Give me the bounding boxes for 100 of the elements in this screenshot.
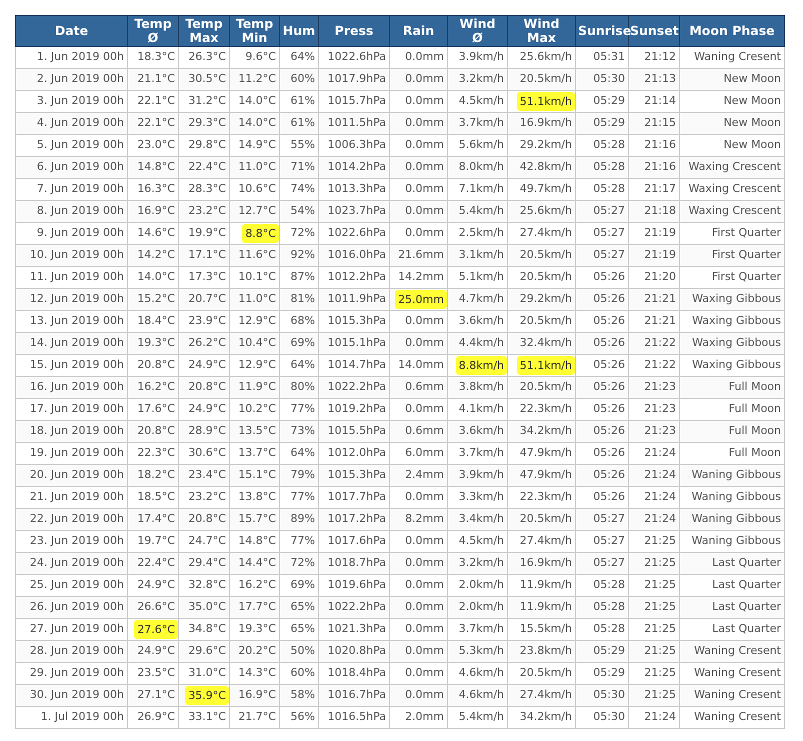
- table-cell: 1006.3hPa: [318, 134, 390, 156]
- table-cell: 32.8°C: [178, 574, 230, 596]
- table-cell: 21:25: [628, 530, 680, 552]
- table-cell: 13. Jun 2019 00h: [16, 310, 128, 332]
- table-cell: 14.6°C: [128, 222, 178, 244]
- table-cell: Waning Cresent: [680, 640, 784, 662]
- table-cell: 77%: [280, 486, 318, 508]
- table-cell: 05:28: [576, 596, 628, 618]
- table-cell: 1018.4hPa: [318, 662, 390, 684]
- table-cell: 11.0°C: [230, 156, 280, 178]
- table-cell: Full Moon: [680, 398, 784, 420]
- table-cell: 1015.7hPa: [318, 90, 390, 112]
- table-cell: 05:27: [576, 530, 628, 552]
- table-cell: 19.9°C: [178, 222, 230, 244]
- table-cell: First Quarter: [680, 244, 784, 266]
- table-cell: 29.8°C: [178, 134, 230, 156]
- table-cell: 15.7°C: [230, 508, 280, 530]
- table-cell: 74%: [280, 178, 318, 200]
- table-cell: 21:24: [628, 486, 680, 508]
- table-cell: 61%: [280, 112, 318, 134]
- table-cell: 1017.9hPa: [318, 68, 390, 90]
- table-cell: 1015.5hPa: [318, 420, 390, 442]
- table-cell: 14.8°C: [128, 156, 178, 178]
- table-cell: Last Quarter: [680, 596, 784, 618]
- table-cell: 50%: [280, 640, 318, 662]
- table-cell: New Moon: [680, 68, 784, 90]
- table-cell: 16. Jun 2019 00h: [16, 376, 128, 398]
- table-cell: 54%: [280, 200, 318, 222]
- table-cell: 30. Jun 2019 00h: [16, 684, 128, 706]
- table-cell: 13.8°C: [230, 486, 280, 508]
- table-cell: 23.5°C: [128, 662, 178, 684]
- table-cell: 28.9°C: [178, 420, 230, 442]
- table-cell: 64%: [280, 442, 318, 464]
- table-cell: 05:27: [576, 244, 628, 266]
- table-cell: 0.0mm: [390, 530, 448, 552]
- table-cell: 05:26: [576, 442, 628, 464]
- table-cell: 23.4°C: [178, 464, 230, 486]
- table-cell: 7.1km/h: [448, 178, 508, 200]
- table-cell: 21:15: [628, 112, 680, 134]
- table-cell: 1015.3hPa: [318, 464, 390, 486]
- table-cell: 17. Jun 2019 00h: [16, 398, 128, 420]
- table-cell: 21.6mm: [390, 244, 448, 266]
- table-cell: 3.7km/h: [448, 112, 508, 134]
- table-cell: 05:28: [576, 574, 628, 596]
- table-cell: 05:30: [576, 706, 628, 728]
- table-cell: 1. Jul 2019 00h: [16, 706, 128, 728]
- table-cell: 1017.6hPa: [318, 530, 390, 552]
- table-cell: 16.9km/h: [508, 112, 576, 134]
- table-cell: 14.8°C: [230, 530, 280, 552]
- table-cell: 2.4mm: [390, 464, 448, 486]
- table-cell: 21:25: [628, 684, 680, 706]
- table-cell: 29.3°C: [178, 112, 230, 134]
- table-cell: 21:16: [628, 134, 680, 156]
- table-cell: 21:14: [628, 90, 680, 112]
- table-cell: 0.0mm: [390, 112, 448, 134]
- table-cell: First Quarter: [680, 222, 784, 244]
- table-cell: Waxing Gibbous: [680, 354, 784, 376]
- table-cell: 23.8km/h: [508, 640, 576, 662]
- table-cell: 2.0km/h: [448, 574, 508, 596]
- table-cell: 0.0mm: [390, 552, 448, 574]
- table-cell: 5.3km/h: [448, 640, 508, 662]
- table-cell: 05:26: [576, 354, 628, 376]
- table-cell: 72%: [280, 222, 318, 244]
- table-cell: 25. Jun 2019 00h: [16, 574, 128, 596]
- column-header: Sunrise: [576, 16, 628, 46]
- table-cell: 3.2km/h: [448, 552, 508, 574]
- table-cell: 3.9km/h: [448, 46, 508, 68]
- table-cell: 21:24: [628, 442, 680, 464]
- table-cell: 05:29: [576, 640, 628, 662]
- table-cell: Last Quarter: [680, 552, 784, 574]
- table-cell: 61%: [280, 90, 318, 112]
- table-cell: 18.2°C: [128, 464, 178, 486]
- table-cell: 29. Jun 2019 00h: [16, 662, 128, 684]
- table-cell: 18.5°C: [128, 486, 178, 508]
- table-cell: 5.4km/h: [448, 706, 508, 728]
- table-cell: Full Moon: [680, 442, 784, 464]
- table-cell: 0.0mm: [390, 178, 448, 200]
- table-cell: 5.6km/h: [448, 134, 508, 156]
- table-cell: 14.4°C: [230, 552, 280, 574]
- table-cell: 0.0mm: [390, 200, 448, 222]
- table-cell: 26.3°C: [178, 46, 230, 68]
- table-cell: 1020.8hPa: [318, 640, 390, 662]
- table-cell: 71%: [280, 156, 318, 178]
- table-cell: 13.5°C: [230, 420, 280, 442]
- table-cell: 1012.2hPa: [318, 266, 390, 288]
- table-cell: 16.9km/h: [508, 552, 576, 574]
- table-cell: 20.5km/h: [508, 68, 576, 90]
- table-cell: 20.2°C: [230, 640, 280, 662]
- table-cell: Waning Gibbous: [680, 464, 784, 486]
- table-cell: 24.9°C: [178, 354, 230, 376]
- table-cell: 21:21: [628, 310, 680, 332]
- table-cell: 24. Jun 2019 00h: [16, 552, 128, 574]
- table-cell: 20.5km/h: [508, 376, 576, 398]
- table-cell: 15.5km/h: [508, 618, 576, 640]
- highlighted-text: 25.0mm: [395, 290, 447, 309]
- table-cell: 20.5km/h: [508, 662, 576, 684]
- table-cell: 1019.6hPa: [318, 574, 390, 596]
- table-cell: 17.1°C: [178, 244, 230, 266]
- table-cell: 20.8°C: [128, 420, 178, 442]
- table-cell: Waning Cresent: [680, 684, 784, 706]
